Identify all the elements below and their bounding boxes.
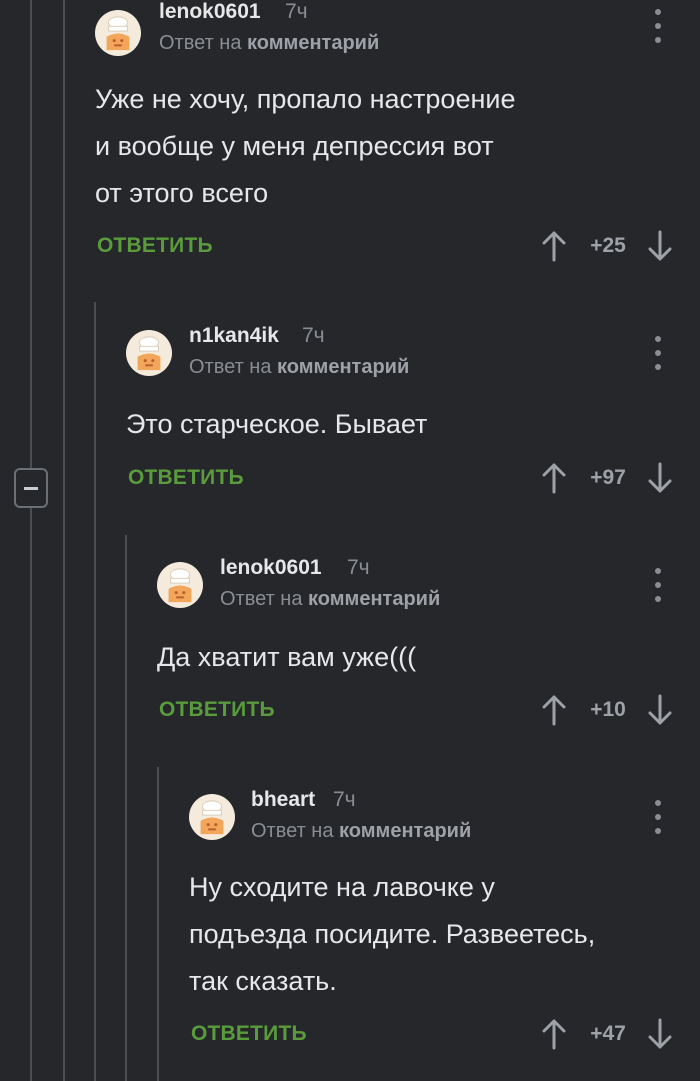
thread-line bbox=[63, 0, 65, 1081]
avatar[interactable] bbox=[189, 794, 235, 840]
comment: lenok0601 7ч Ответ на комментарий Да хва… bbox=[157, 552, 700, 742]
reply-to-link[interactable]: комментарий bbox=[247, 32, 379, 54]
reply-button[interactable]: ОТВЕТИТЬ bbox=[191, 1022, 307, 1046]
reply-to-info: Ответ на комментарий bbox=[220, 588, 441, 610]
default-avatar-chef-icon bbox=[168, 568, 192, 603]
vote-score: +25 bbox=[590, 234, 626, 257]
more-vertical-icon[interactable] bbox=[651, 336, 665, 370]
comment-time: 7ч bbox=[285, 0, 308, 23]
avatar[interactable] bbox=[95, 10, 141, 56]
reply-to-link[interactable]: комментарий bbox=[277, 356, 409, 378]
arrow-up-icon[interactable] bbox=[540, 694, 568, 726]
thread-line bbox=[30, 0, 32, 1081]
vote-score: +10 bbox=[590, 698, 626, 721]
comment: lenok0601 7ч Ответ на комментарий Уже не… bbox=[95, 0, 700, 280]
comment-author[interactable]: lenok0601 bbox=[159, 0, 261, 24]
comment-time: 7ч bbox=[347, 556, 370, 579]
arrow-down-icon[interactable] bbox=[646, 694, 674, 726]
more-vertical-icon[interactable] bbox=[651, 800, 665, 834]
comment-body: Это старческое. Бывает bbox=[126, 409, 428, 439]
comment-body: Ну сходите на лавочке у подъезда посидит… bbox=[189, 872, 596, 996]
thread-line bbox=[94, 302, 96, 1081]
more-vertical-icon[interactable] bbox=[651, 9, 665, 43]
default-avatar-chef-icon bbox=[106, 16, 130, 51]
collapse-thread-icon[interactable] bbox=[14, 468, 48, 508]
vote-controls: +47 bbox=[540, 1014, 680, 1054]
comment-author[interactable]: n1kan4ik bbox=[189, 324, 279, 348]
reply-button[interactable]: ОТВЕТИТЬ bbox=[159, 698, 275, 722]
comment-body: Да хватит вам уже((( bbox=[157, 642, 417, 672]
arrow-down-icon[interactable] bbox=[646, 1018, 674, 1050]
thread-line bbox=[125, 535, 127, 1081]
avatar[interactable] bbox=[157, 562, 203, 608]
vote-score: +97 bbox=[590, 466, 626, 489]
comment-author[interactable]: bheart bbox=[251, 788, 315, 812]
reply-to-link[interactable]: комментарий bbox=[308, 588, 440, 610]
reply-to-info: Ответ на комментарий bbox=[189, 356, 410, 378]
more-vertical-icon[interactable] bbox=[651, 568, 665, 602]
comment-author[interactable]: lenok0601 bbox=[220, 556, 322, 580]
comment-body: Уже не хочу, пропало настроение и вообще… bbox=[95, 84, 516, 208]
arrow-up-icon[interactable] bbox=[540, 230, 568, 262]
vote-score: +47 bbox=[590, 1022, 626, 1045]
arrow-down-icon[interactable] bbox=[646, 230, 674, 262]
default-avatar-chef-icon bbox=[200, 800, 224, 835]
vote-controls: +97 bbox=[540, 458, 680, 498]
reply-button[interactable]: ОТВЕТИТЬ bbox=[128, 466, 244, 490]
comment: bheart 7ч Ответ на комментарий Ну сходит… bbox=[189, 784, 700, 1074]
reply-to-link[interactable]: комментарий bbox=[339, 820, 471, 842]
reply-to-info: Ответ на комментарий bbox=[159, 32, 380, 54]
comment-time: 7ч bbox=[333, 788, 356, 811]
reply-to-info: Ответ на комментарий bbox=[251, 820, 472, 842]
thread-line bbox=[157, 767, 159, 1081]
comment: n1kan4ik 7ч Ответ на комментарий Это ста… bbox=[126, 320, 700, 510]
reply-button[interactable]: ОТВЕТИТЬ bbox=[97, 234, 213, 258]
avatar[interactable] bbox=[126, 330, 172, 376]
arrow-up-icon[interactable] bbox=[540, 1018, 568, 1050]
vote-controls: +10 bbox=[540, 690, 680, 730]
comment-time: 7ч bbox=[302, 324, 325, 347]
arrow-down-icon[interactable] bbox=[646, 462, 674, 494]
default-avatar-chef-icon bbox=[137, 336, 161, 371]
arrow-up-icon[interactable] bbox=[540, 462, 568, 494]
vote-controls: +25 bbox=[540, 226, 680, 266]
